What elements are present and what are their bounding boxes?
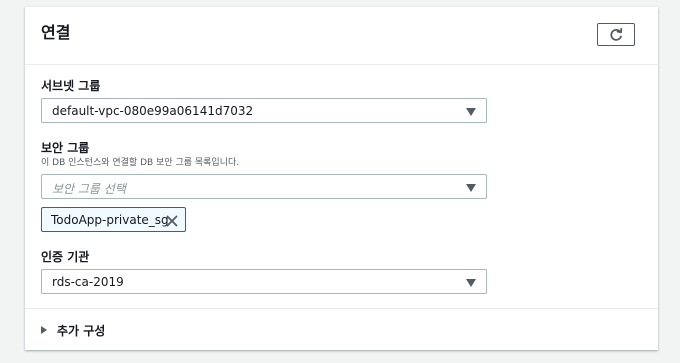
caret-right-icon	[41, 326, 47, 334]
security-group-description: 이 DB 인스턴스와 연결할 DB 보안 그룹 목록입니다.	[41, 158, 240, 168]
caret-down-icon	[466, 108, 476, 116]
certificate-authority-label: 인증 기관	[41, 250, 90, 264]
caret-down-icon	[466, 279, 476, 287]
additional-config-label: 추가 구성	[57, 323, 106, 338]
caret-down-icon	[466, 184, 476, 192]
security-group-placeholder: 보안 그룹 선택	[52, 182, 126, 196]
connectivity-panel: 연결 서브넷 그룹 default-vpc-080e99a06141d7032 …	[25, 7, 658, 350]
certificate-authority-select[interactable]: rds-ca-2019	[41, 269, 487, 294]
token-remove-button[interactable]	[165, 213, 179, 227]
subnet-group-select[interactable]: default-vpc-080e99a06141d7032	[41, 98, 487, 123]
additional-config-expander[interactable]: 추가 구성	[41, 321, 105, 339]
panel-header: 연결	[25, 7, 658, 65]
panel-title: 연결	[41, 23, 71, 42]
refresh-button[interactable]	[597, 23, 635, 46]
subnet-group-label: 서브넷 그룹	[41, 79, 101, 93]
panel-footer: 추가 구성	[25, 308, 658, 351]
security-group-select[interactable]: 보안 그룹 선택	[41, 174, 487, 199]
refresh-icon	[610, 27, 623, 41]
subnet-group-value: default-vpc-080e99a06141d7032	[52, 104, 254, 118]
security-group-token: TodoApp-private_sg	[41, 207, 186, 232]
security-group-label: 보안 그룹	[41, 141, 90, 155]
close-icon	[166, 215, 178, 227]
token-label: TodoApp-private_sg	[51, 213, 169, 227]
certificate-authority-value: rds-ca-2019	[52, 275, 124, 289]
